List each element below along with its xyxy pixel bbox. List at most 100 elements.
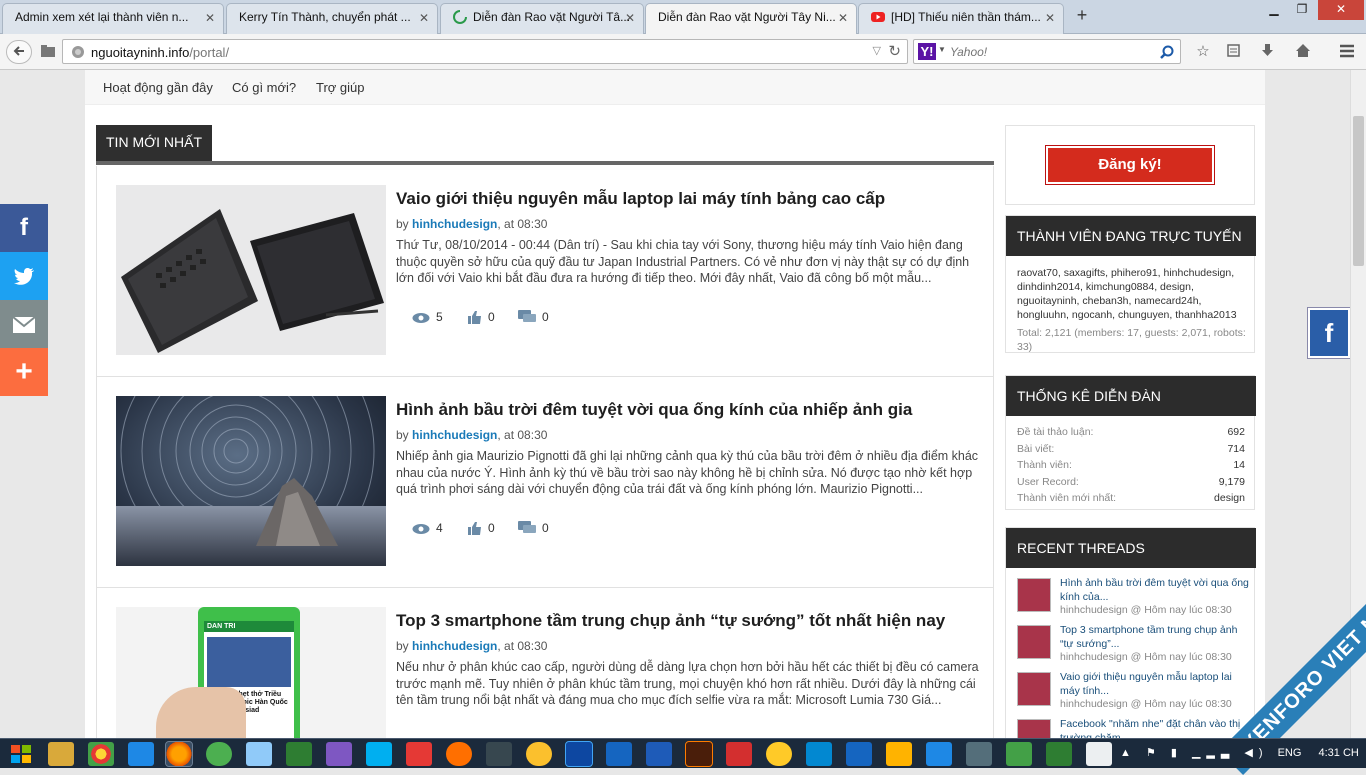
article-title[interactable]: Vaio giới thiệu nguyên mẫu laptop lai má… xyxy=(396,189,885,209)
firefox-icon[interactable] xyxy=(165,741,193,767)
illustrator-icon[interactable] xyxy=(685,741,713,767)
excel-icon[interactable] xyxy=(1046,742,1072,766)
recent-thread-title[interactable]: Top 3 smartphone tầm trung chụp ảnh “tự … xyxy=(1060,623,1252,651)
bookmark-star-icon[interactable]: ☆ xyxy=(1192,40,1214,64)
close-tab-icon[interactable]: ✕ xyxy=(419,11,429,25)
app-icon[interactable] xyxy=(526,742,552,766)
search-input[interactable] xyxy=(950,43,1150,61)
subnav-help[interactable]: Trợ giúp xyxy=(316,80,365,95)
recent-thread-title[interactable]: Hình ảnh bầu trời đêm tuyệt vời qua ống … xyxy=(1060,576,1252,604)
remote-desktop-icon[interactable] xyxy=(246,742,272,766)
browser-tab[interactable]: [HD] Thiếu niên thần thám... ✕ xyxy=(858,3,1064,34)
photoshop-icon[interactable] xyxy=(565,741,593,767)
chrome-icon[interactable] xyxy=(88,742,114,766)
tray-icons[interactable]: ▲ ⚑ ▮ ▁▂▃ ◀) xyxy=(1120,747,1269,759)
app-icon[interactable] xyxy=(1086,742,1112,766)
recent-thread-item[interactable]: Facebook "nhăm nhe" đặt chân vào thị trư… xyxy=(1017,717,1252,738)
avatar[interactable] xyxy=(1017,719,1051,738)
register-button[interactable]: Đăng ký! xyxy=(1045,145,1215,185)
reload-icon[interactable]: ↻ xyxy=(888,42,901,60)
yahoo-logo-icon[interactable]: Y! xyxy=(918,43,936,60)
file-explorer-icon[interactable] xyxy=(48,742,74,766)
app-icon[interactable] xyxy=(926,742,952,766)
app-icon[interactable] xyxy=(486,742,512,766)
visual-studio-icon[interactable] xyxy=(326,742,352,766)
recent-thread-byline: hinhchudesign @ Hôm nay lúc 08:30 xyxy=(1060,604,1232,616)
share-facebook-button[interactable]: f xyxy=(0,204,48,252)
close-tab-icon[interactable]: ✕ xyxy=(838,11,848,25)
article-author[interactable]: hinhchudesign xyxy=(412,217,497,231)
share-email-button[interactable] xyxy=(0,300,48,348)
clock[interactable]: 4:31 CH xyxy=(1319,747,1359,759)
app-icon[interactable] xyxy=(806,742,832,766)
outlook-icon[interactable] xyxy=(846,742,872,766)
recent-thread-item[interactable]: Vaio giới thiệu nguyên mẫu laptop lai má… xyxy=(1017,670,1252,716)
reading-list-icon[interactable] xyxy=(1222,40,1244,64)
app-icon[interactable] xyxy=(886,742,912,766)
app-icon[interactable] xyxy=(606,742,632,766)
hand-image xyxy=(156,687,246,738)
skype-icon[interactable] xyxy=(366,742,392,766)
input-language[interactable]: ENG xyxy=(1278,747,1302,759)
word-icon[interactable] xyxy=(646,742,672,766)
article-title[interactable]: Hình ảnh bầu trời đêm tuyệt vời qua ống … xyxy=(396,400,912,420)
notepad-plus-icon[interactable] xyxy=(286,742,312,766)
browser-tab[interactable]: Kerry Tín Thành, chuyển phát ... ✕ xyxy=(226,3,438,34)
avatar[interactable] xyxy=(1017,625,1051,659)
app-icon[interactable] xyxy=(406,742,432,766)
browser-tab[interactable]: Admin xem xét lại thành viên n... ✕ xyxy=(2,3,224,34)
new-tab-button[interactable]: + xyxy=(1071,5,1093,26)
maximize-window-button[interactable]: ❐ xyxy=(1290,0,1314,20)
avatar[interactable] xyxy=(1017,578,1051,612)
search-icon[interactable] xyxy=(1160,45,1174,59)
menu-hamburger-icon[interactable] xyxy=(1336,40,1358,64)
download-icon[interactable] xyxy=(1256,40,1278,64)
scrollbar-thumb[interactable] xyxy=(1353,116,1364,266)
browser-tab-active[interactable]: Diễn đàn Rao vặt Người Tây Ni... ✕ xyxy=(645,3,857,35)
article-author[interactable]: hinhchudesign xyxy=(412,639,497,653)
article-title[interactable]: Top 3 smartphone tầm trung chụp ảnh “tự … xyxy=(396,611,945,631)
recent-thread-item[interactable]: Top 3 smartphone tầm trung chụp ảnh “tự … xyxy=(1017,623,1252,669)
online-members-list[interactable]: raovat70, saxagifts, phihero91, hinhchud… xyxy=(1017,266,1249,322)
address-bar[interactable]: nguoitayninh.info/portal/ ▽ ↻ xyxy=(62,39,908,64)
minimize-window-button[interactable]: ▁ xyxy=(1262,0,1286,20)
back-button[interactable] xyxy=(6,40,32,64)
internet-explorer-icon[interactable] xyxy=(128,742,154,766)
close-tab-icon[interactable]: ✕ xyxy=(205,11,215,25)
search-engine-dropdown-icon[interactable]: ▼ xyxy=(938,45,946,54)
stat-value[interactable]: design xyxy=(1214,492,1245,504)
home-icon[interactable] xyxy=(1292,40,1314,64)
start-button[interactable] xyxy=(8,742,34,766)
article-thumbnail[interactable]: DAN TRI Thắng nghẹt thở Triều Tiên, Olym… xyxy=(116,607,386,738)
dropdown-arrow-icon[interactable]: ▽ xyxy=(873,44,881,57)
close-tab-icon[interactable]: ✕ xyxy=(625,11,635,25)
browser-tab[interactable]: Diễn đàn Rao vặt Người Tâ... ✕ xyxy=(440,3,644,34)
subnav-whats-new[interactable]: Có gì mới? xyxy=(232,80,296,95)
acrobat-icon[interactable] xyxy=(726,742,752,766)
app-icon[interactable] xyxy=(1006,742,1032,766)
facebook-like-box-toggle[interactable]: f xyxy=(1307,307,1350,359)
article-thumbnail[interactable] xyxy=(116,396,386,566)
comments-value: 0 xyxy=(542,521,549,535)
url-text[interactable]: nguoitayninh.info/portal/ xyxy=(91,45,229,60)
avatar[interactable] xyxy=(1017,672,1051,706)
app-icon[interactable] xyxy=(966,742,992,766)
search-bar[interactable]: Y! ▼ xyxy=(913,39,1181,64)
stat-label: Đề tài thảo luận: xyxy=(1017,426,1094,438)
close-window-button[interactable]: ✕ xyxy=(1318,0,1364,20)
article-thumbnail[interactable] xyxy=(116,185,386,355)
subnav-recent-activity[interactable]: Hoạt động gần đây xyxy=(103,80,213,95)
app-icon[interactable] xyxy=(446,742,472,766)
stat-label: Thành viên: xyxy=(1017,459,1072,471)
recent-thread-title[interactable]: Vaio giới thiệu nguyên mẫu laptop lai má… xyxy=(1060,670,1252,698)
app-icon[interactable] xyxy=(766,742,792,766)
recent-thread-title[interactable]: Facebook "nhăm nhe" đặt chân vào thị trư… xyxy=(1060,717,1252,738)
coccoc-icon[interactable] xyxy=(206,742,232,766)
library-icon[interactable] xyxy=(38,40,58,64)
recent-thread-item[interactable]: Hình ảnh bầu trời đêm tuyệt vời qua ống … xyxy=(1017,576,1252,622)
article-author[interactable]: hinhchudesign xyxy=(412,428,497,442)
close-tab-icon[interactable]: ✕ xyxy=(1045,11,1055,25)
share-more-button[interactable]: + xyxy=(0,348,48,396)
share-twitter-button[interactable] xyxy=(0,252,48,300)
stat-label: Thành viên mới nhất: xyxy=(1017,492,1117,504)
